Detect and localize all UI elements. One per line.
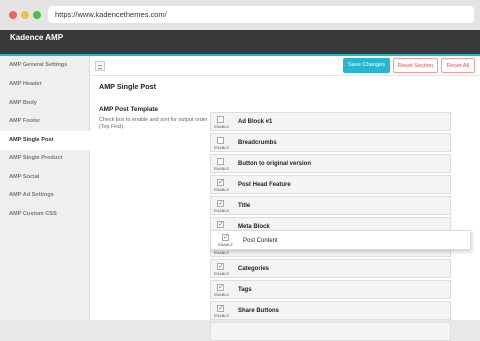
enable-label: ENABLE [214,146,229,150]
sidebar-item-body[interactable]: AMP Body [0,94,90,113]
sidebar-item-single-product[interactable]: AMP Single Product [0,149,90,168]
block-row-partial [210,322,451,341]
minimize-window-button[interactable] [21,11,29,19]
enable-checkbox-checked[interactable]: ✓ [217,305,224,312]
app-header: Kadence AMP [0,30,480,54]
block-row-original-version[interactable]: ENABLE Button to original version [210,154,451,173]
enable-label: ENABLE [214,293,229,297]
sidebar-item-social[interactable]: AMP Social [0,168,90,187]
block-row-ad-block[interactable]: ENABLE Ad Block #1 [210,112,451,131]
enable-label: ENABLE [214,188,229,192]
reset-all-button[interactable]: Reset All [441,58,475,73]
enable-label: ENABLE [218,243,233,247]
enable-label: ENABLE [214,314,229,318]
block-label: Button to original version [238,161,311,167]
section-description: Check box to enable and sort for output … [99,117,208,130]
panel-menu-icon[interactable] [95,61,105,71]
sidebar-item-header[interactable]: AMP Header [0,75,90,94]
enable-label: ENABLE [214,209,229,213]
maximize-window-button[interactable] [33,11,41,19]
block-label: Categories [238,266,270,272]
block-label: Ad Block #1 [238,119,273,125]
block-label: Title [238,203,251,209]
save-changes-button[interactable]: Save Changes [343,58,390,73]
block-label: Breadcrumbs [238,140,277,146]
enable-checkbox-checked[interactable]: ✓ [217,221,224,228]
block-label: Tags [238,287,252,293]
enable-label: ENABLE [214,272,229,276]
sidebar-item-general-settings[interactable]: AMP General Settings [0,56,90,75]
enable-label: ENABLE [214,167,229,171]
enable-checkbox-checked[interactable]: ✓ [222,234,229,241]
sidebar-item-single-post[interactable]: AMP Single Post [0,131,90,150]
browser-toolbar: https://www.kadencethemes.com/ [0,0,480,30]
block-label: Share Buttons [238,308,280,314]
app-title: Kadence AMP [10,33,64,42]
block-label: Post Content [243,238,278,244]
block-row-tags[interactable]: ✓ ENABLE Tags [210,280,451,299]
block-label: Post Head Feature [238,182,291,188]
block-row-breadcrumbs[interactable]: ENABLE Breadcrumbs [210,133,451,152]
close-window-button[interactable] [9,11,17,19]
section-title: AMP Post Template [99,106,159,113]
block-row-title[interactable]: ✓ ENABLE Title [210,196,451,215]
page-title: AMP Single Post [99,82,156,91]
enable-checkbox[interactable] [217,158,224,165]
enable-checkbox-checked[interactable]: ✓ [217,263,224,270]
sidebar-item-custom-css[interactable]: AMP Custom CSS [0,205,90,224]
enable-label: ENABLE [214,251,229,255]
address-bar[interactable]: https://www.kadencethemes.com/ [48,6,474,23]
block-row-categories[interactable]: ✓ ENABLE Categories [210,259,451,278]
enable-checkbox-checked[interactable]: ✓ [217,179,224,186]
settings-sidebar: AMP General Settings AMP Header AMP Body… [0,56,90,320]
toolbar-divider [90,75,480,76]
sidebar-item-ad-settings[interactable]: AMP Ad Settings [0,186,90,205]
dragging-block-post-content[interactable]: ✓ ENABLE Post Content [210,230,471,250]
reset-section-button[interactable]: Reset Section [393,58,438,73]
block-row-post-head-feature[interactable]: ✓ ENABLE Post Head Feature [210,175,451,194]
block-row-share-buttons[interactable]: ✓ ENABLE Share Buttons [210,301,451,320]
sidebar-item-footer[interactable]: AMP Footer [0,112,90,131]
enable-label: ENABLE [214,125,229,129]
settings-panel: Save Changes Reset Section Reset All AMP… [90,56,480,341]
enable-checkbox[interactable] [217,137,224,144]
enable-checkbox-checked[interactable]: ✓ [217,200,224,207]
enable-checkbox-checked[interactable]: ✓ [217,284,224,291]
enable-checkbox[interactable] [217,116,224,123]
